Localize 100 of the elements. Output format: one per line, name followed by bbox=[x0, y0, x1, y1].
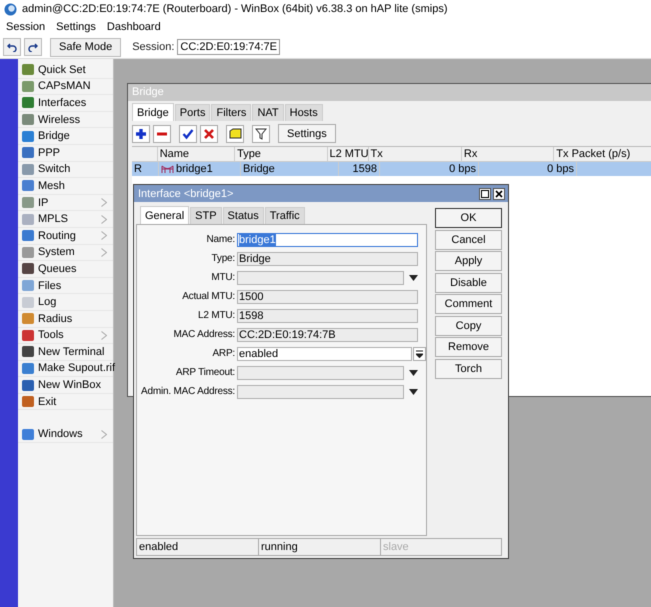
sidebar-item[interactable]: New Terminal bbox=[18, 344, 113, 361]
tab[interactable]: Filters bbox=[211, 104, 252, 121]
menu-item-icon bbox=[22, 130, 34, 142]
dialog-button[interactable]: Torch bbox=[435, 358, 502, 378]
input-field[interactable] bbox=[237, 384, 404, 398]
filter-button[interactable] bbox=[252, 124, 270, 142]
checkmark-icon bbox=[182, 128, 194, 140]
column-header[interactable]: L2 MTU bbox=[328, 147, 368, 161]
sidebar-item[interactable]: Wireless bbox=[18, 112, 113, 128]
menu-item[interactable]: Dashboard bbox=[106, 21, 161, 33]
redo-icon bbox=[28, 42, 38, 52]
dialog-button[interactable]: Remove bbox=[435, 337, 502, 357]
tab[interactable]: Status bbox=[222, 207, 264, 224]
sidebar-item[interactable]: Bridge bbox=[18, 128, 113, 145]
dialog-button[interactable]: Copy bbox=[435, 316, 502, 336]
dropdown-button[interactable] bbox=[413, 346, 426, 360]
sidebar-item[interactable]: Radius bbox=[18, 310, 113, 328]
app-logo-icon bbox=[4, 2, 17, 16]
safe-mode-button[interactable]: Safe Mode bbox=[50, 38, 122, 56]
sidebar-item[interactable]: Make Supout.rif bbox=[18, 360, 113, 378]
add-button[interactable] bbox=[132, 124, 150, 142]
sidebar-item[interactable]: Mesh bbox=[18, 178, 113, 195]
status-cell: running bbox=[258, 538, 380, 556]
sidebar-item[interactable]: Routing bbox=[18, 228, 113, 245]
maximize-button[interactable] bbox=[479, 188, 491, 200]
column-header[interactable]: Name bbox=[158, 147, 236, 161]
menu-item[interactable]: Settings bbox=[56, 21, 96, 33]
menu-item-icon bbox=[22, 263, 34, 274]
sidebar-item[interactable]: Log bbox=[18, 294, 113, 311]
session-field[interactable]: CC:2D:E0:19:74:7E bbox=[177, 39, 280, 55]
settings-button[interactable]: Settings bbox=[278, 124, 336, 143]
menu-item-icon bbox=[22, 246, 34, 258]
input-field[interactable] bbox=[237, 366, 404, 380]
sidebar-item[interactable]: IP bbox=[18, 194, 113, 212]
comment-button[interactable] bbox=[226, 124, 244, 142]
menu-item-icon bbox=[22, 380, 34, 391]
tab[interactable]: NAT bbox=[252, 104, 284, 121]
sidebar-item[interactable]: CAPsMAN bbox=[18, 78, 113, 96]
table-row[interactable]: R bridge1 Bridge 1598 0 bps 0 bps bbox=[132, 162, 651, 176]
dialog-button[interactable]: OK bbox=[435, 208, 502, 228]
field-label: L2 MTU: bbox=[197, 310, 236, 321]
column-header[interactable]: Rx bbox=[462, 147, 554, 161]
tab[interactable]: Hosts bbox=[284, 104, 323, 121]
dialog-button[interactable]: Cancel bbox=[435, 230, 502, 250]
cross-icon bbox=[203, 128, 215, 140]
dialog-button[interactable]: Apply bbox=[435, 251, 502, 271]
table-cell: bridge1 bbox=[176, 162, 213, 176]
sidebar-item[interactable]: MPLS bbox=[18, 211, 113, 228]
dropdown-icon bbox=[416, 350, 424, 358]
menu-item-icon bbox=[22, 396, 34, 408]
menu-item-icon bbox=[22, 80, 34, 92]
column-header[interactable]: Tx Packet (p/s) bbox=[554, 147, 651, 161]
table-cell: 0 bps bbox=[380, 162, 479, 176]
sidebar-item[interactable]: Interfaces bbox=[18, 95, 113, 112]
menu-item-icon bbox=[22, 64, 34, 76]
tab[interactable]: Traffic bbox=[264, 207, 305, 224]
sidebar-item[interactable]: Exit bbox=[18, 394, 113, 410]
column-header[interactable]: Tx bbox=[368, 147, 462, 161]
disable-button[interactable] bbox=[200, 124, 218, 142]
menu-item-icon bbox=[22, 164, 34, 175]
dialog-button[interactable]: Disable bbox=[435, 272, 502, 292]
field-label: Actual MTU: bbox=[181, 291, 236, 302]
sidebar-item[interactable]: Quick Set bbox=[18, 62, 113, 79]
dropdown-arrow-icon[interactable] bbox=[409, 388, 418, 394]
sidebar-item[interactable]: New WinBox bbox=[18, 377, 113, 394]
sidebar-item[interactable]: Files bbox=[18, 278, 113, 294]
redo-button[interactable] bbox=[24, 38, 42, 56]
dropdown-arrow-icon[interactable] bbox=[409, 370, 418, 376]
tab[interactable]: General bbox=[140, 206, 190, 224]
input-field[interactable]: bridge1 bbox=[237, 232, 418, 246]
tab[interactable]: Ports bbox=[174, 104, 210, 121]
column-header[interactable]: Type bbox=[235, 147, 328, 161]
close-button[interactable] bbox=[493, 188, 505, 200]
tab[interactable]: Bridge bbox=[132, 103, 174, 121]
sidebar-item[interactable]: Queues bbox=[18, 261, 113, 278]
input-field[interactable] bbox=[237, 270, 404, 284]
enable-button[interactable] bbox=[179, 124, 197, 142]
remove-button[interactable] bbox=[153, 124, 171, 142]
menu-item-icon bbox=[22, 346, 34, 358]
menu-item-icon bbox=[22, 114, 34, 126]
sidebar-item[interactable]: System bbox=[18, 244, 113, 262]
menu-item-icon bbox=[22, 180, 34, 192]
field-label: MTU: bbox=[210, 272, 236, 283]
table-cell: Bridge bbox=[241, 162, 339, 176]
undo-icon bbox=[7, 42, 17, 52]
dialog-title: Interface <bridge1> bbox=[138, 188, 234, 200]
undo-button[interactable] bbox=[3, 38, 21, 56]
menu-item[interactable]: Session bbox=[6, 21, 46, 33]
input-field[interactable]: enabled bbox=[237, 346, 412, 360]
sidebar-item[interactable]: PPP bbox=[18, 144, 113, 162]
menu-item-icon bbox=[22, 197, 34, 208]
dropdown-arrow-icon[interactable] bbox=[409, 274, 418, 280]
sidebar-item[interactable]: Tools bbox=[18, 328, 113, 344]
dialog-button[interactable]: Comment bbox=[435, 294, 502, 314]
sidebar-item[interactable]: Windows bbox=[18, 426, 113, 444]
sidebar-item[interactable]: Switch bbox=[18, 162, 113, 178]
menu-item-icon bbox=[22, 214, 34, 225]
tab[interactable]: STP bbox=[190, 207, 222, 224]
input-field: 1598 bbox=[237, 308, 418, 322]
session-label: Session: bbox=[132, 41, 174, 53]
